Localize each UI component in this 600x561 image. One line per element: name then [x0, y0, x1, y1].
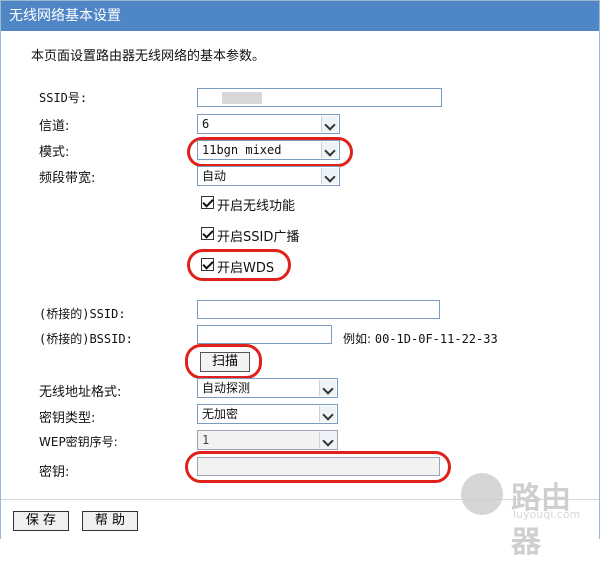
channel-value: 6: [202, 117, 210, 131]
site-watermark: 路由器 luyouqi.com: [461, 463, 591, 560]
scan-highlight: [185, 344, 262, 379]
mac-format-label: 无线地址格式:: [39, 385, 122, 400]
key-highlight: [185, 451, 451, 483]
ssid-label: SSID号:: [39, 91, 88, 105]
enable-wireless-checkbox[interactable]: [201, 196, 214, 209]
wep-index-label: WEP密钥序号:: [39, 435, 118, 449]
settings-panel: 无线网络基本设置 本页面设置路由器无线网络的基本参数。 SSID号: 信道: 6…: [0, 0, 600, 560]
save-button[interactable]: 保 存: [13, 511, 69, 531]
chevron-down-icon: [319, 406, 336, 422]
channel-label: 信道:: [39, 119, 70, 134]
enable-wireless-label: 开启无线功能: [217, 199, 296, 214]
key-type-label: 密钥类型:: [39, 411, 96, 426]
bssid-example-label: 例如:: [343, 332, 372, 346]
bssid-example: 例如: 00-1D-0F-11-22-33: [343, 330, 498, 347]
chevron-down-icon: [321, 116, 338, 132]
ssid-redaction: [222, 92, 262, 104]
watermark-site: luyouqi.com: [513, 508, 581, 521]
page-description: 本页面设置路由器无线网络的基本参数。: [31, 49, 266, 64]
panel-title-bar: 无线网络基本设置: [1, 1, 599, 31]
bridged-ssid-input[interactable]: [197, 300, 440, 319]
chevron-down-icon: [319, 380, 336, 396]
enable-ssid-broadcast-label: 开启SSID广播: [217, 230, 300, 245]
panel-title: 无线网络基本设置: [9, 8, 121, 24]
wep-index-select[interactable]: 1: [197, 430, 338, 450]
bridged-ssid-label: (桥接的)SSID:: [39, 307, 126, 321]
key-type-select[interactable]: 无加密: [197, 404, 338, 424]
bandwidth-value: 自动: [202, 169, 227, 183]
wep-index-value: 1: [202, 433, 210, 447]
enable-ssid-broadcast-checkbox[interactable]: [201, 227, 214, 240]
mode-label: 模式:: [39, 145, 70, 160]
bridged-bssid-input[interactable]: [197, 325, 332, 344]
mac-format-value: 自动探测: [202, 381, 251, 395]
settings-content: 本页面设置路由器无线网络的基本参数。 SSID号: 信道: 6 模式: 11bg…: [1, 31, 599, 499]
chevron-down-icon: [321, 168, 338, 184]
mode-select[interactable]: 11bgn mixed: [197, 140, 340, 160]
bandwidth-select[interactable]: 自动: [197, 166, 340, 186]
key-label: 密钥:: [39, 465, 70, 480]
mode-value: 11bgn mixed: [202, 143, 282, 157]
chevron-down-icon: [319, 432, 336, 448]
wds-highlight: [187, 249, 291, 281]
bandwidth-label: 频段带宽:: [39, 171, 96, 186]
router-logo-icon: [461, 473, 503, 515]
bridged-bssid-label: (桥接的)BSSID:: [39, 332, 133, 346]
mac-format-select[interactable]: 自动探测: [197, 378, 338, 398]
ssid-input[interactable]: [197, 88, 442, 107]
key-type-value: 无加密: [202, 407, 239, 421]
channel-select[interactable]: 6: [197, 114, 340, 134]
chevron-down-icon: [321, 142, 338, 158]
bssid-example-value: 00-1D-0F-11-22-33: [374, 332, 498, 346]
help-button[interactable]: 帮 助: [82, 511, 138, 531]
